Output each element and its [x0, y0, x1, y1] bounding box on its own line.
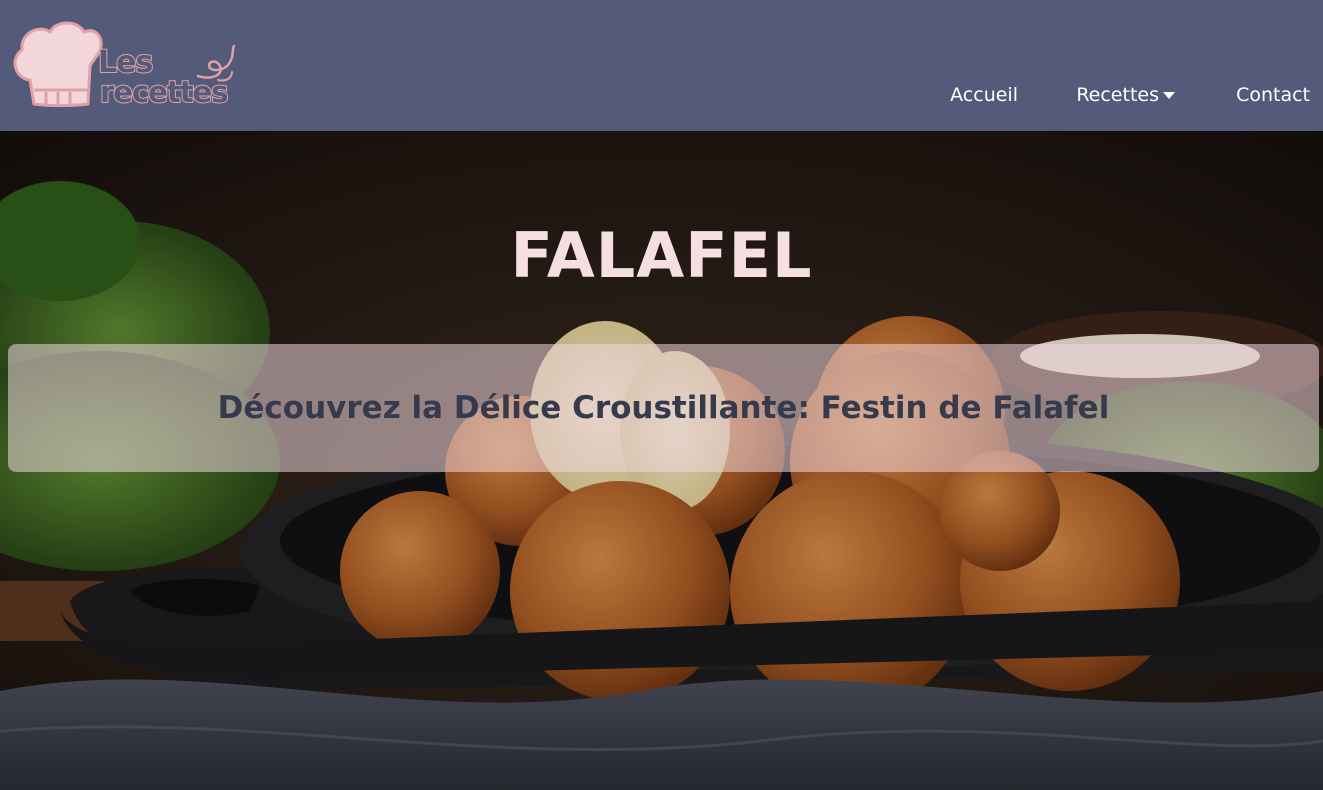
nav-link-accueil[interactable]: Accueil — [950, 84, 1018, 106]
nav-link-recettes-label: Recettes — [1076, 84, 1159, 106]
subtitle-band: Découvrez la Délice Croustillante: Festi… — [8, 344, 1319, 472]
nav-link-recettes[interactable]: Recettes — [1076, 84, 1175, 106]
page-title: FALAFEL — [510, 219, 813, 292]
page-subtitle: Découvrez la Délice Croustillante: Festi… — [217, 390, 1110, 426]
logo-text-les: Les — [97, 45, 154, 80]
site-logo[interactable]: Les recettes — [10, 18, 242, 110]
hero-section: FALAFEL Découvrez la Délice Croustillant… — [0, 131, 1323, 790]
nav-link-contact[interactable]: Contact — [1236, 84, 1310, 106]
page: Les recettes Accueil Recettes Contact FA… — [0, 0, 1323, 790]
site-header: Les recettes Accueil Recettes Contact — [0, 0, 1323, 131]
logo-text-recettes: recettes — [99, 75, 229, 109]
caret-down-icon — [1163, 92, 1175, 99]
